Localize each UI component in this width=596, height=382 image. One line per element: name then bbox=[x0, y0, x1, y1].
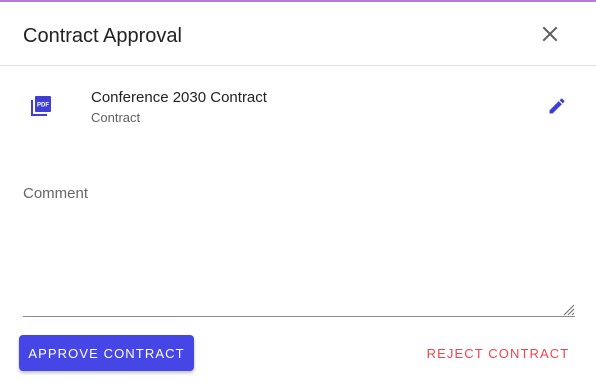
contract-file-row: PDF Conference 2030 Contract Contract bbox=[0, 80, 596, 136]
pdf-file-icon: PDF bbox=[31, 96, 51, 116]
close-button[interactable] bbox=[535, 19, 565, 49]
pencil-icon bbox=[549, 98, 565, 114]
contract-approval-dialog: Contract Approval PDF Conference 2030 Co… bbox=[0, 0, 596, 382]
approve-contract-button[interactable]: APPROVE CONTRACT bbox=[19, 335, 194, 371]
comment-label: Comment bbox=[23, 185, 89, 202]
comment-textarea[interactable] bbox=[23, 210, 575, 317]
reject-contract-button[interactable]: REJECT CONTRACT bbox=[420, 335, 576, 371]
contract-file-name: Conference 2030 Contract bbox=[91, 89, 267, 106]
dialog-header: Contract Approval bbox=[0, 2, 596, 66]
close-icon bbox=[542, 26, 558, 42]
dialog-title: Contract Approval bbox=[23, 25, 182, 47]
svg-text:PDF: PDF bbox=[37, 103, 49, 109]
contract-file-type: Contract bbox=[91, 110, 141, 125]
edit-contract-button[interactable] bbox=[543, 92, 571, 120]
resize-grip-icon[interactable] bbox=[559, 300, 575, 316]
